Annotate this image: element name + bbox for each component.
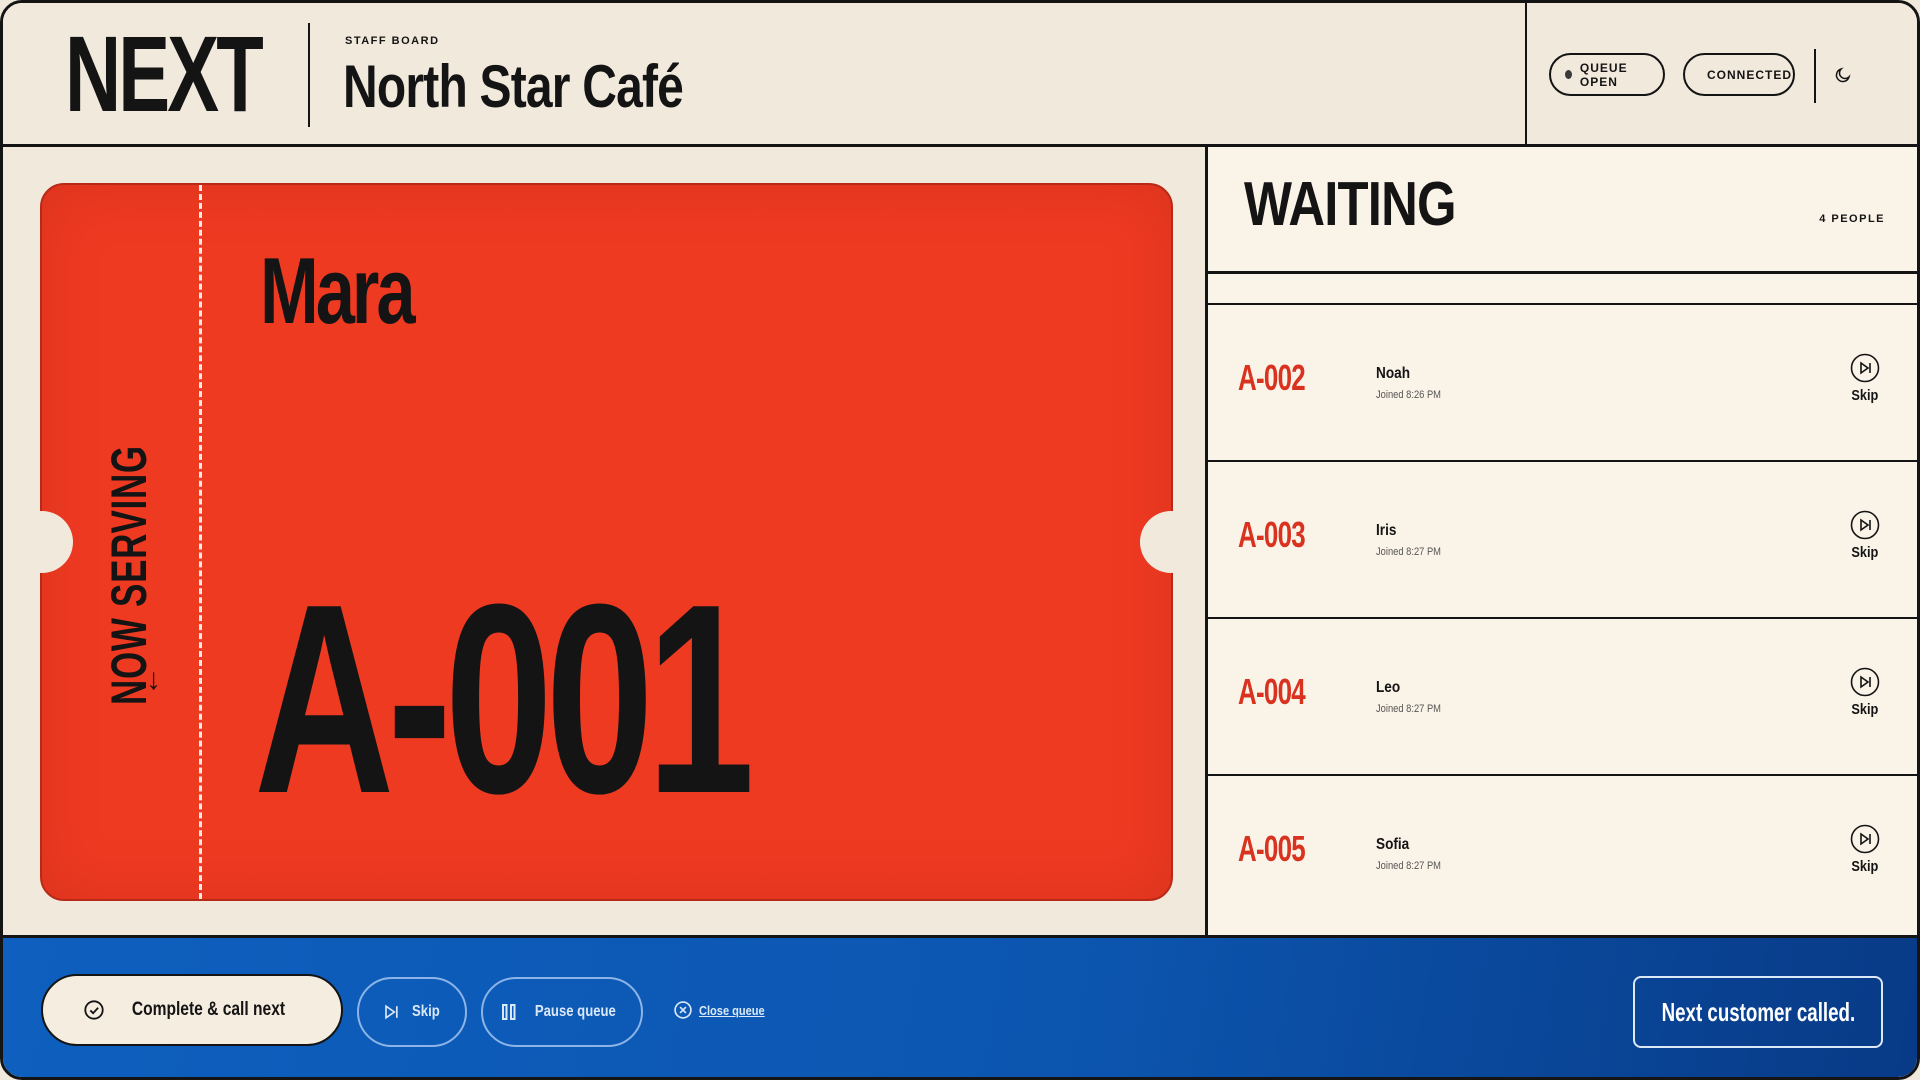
board-label: STAFF BOARD xyxy=(345,35,440,47)
queue-customer-name: Leo xyxy=(1376,679,1401,696)
arrow-down-icon: ↓ xyxy=(146,663,161,696)
queue-skip-label: Skip xyxy=(1851,858,1879,875)
header-status-area: QUEUE OPEN CONNECTED xyxy=(1525,3,1917,144)
complete-button-label: Complete & call next xyxy=(131,999,285,1020)
now-serving-label: NOW SERVING xyxy=(101,445,157,705)
action-bar: Complete & call next Skip Pause queue Cl… xyxy=(3,935,1917,1077)
waiting-title: WAITING xyxy=(1244,170,1457,239)
close-queue-label: Close queue xyxy=(699,1002,765,1018)
now-serving-ticket: NOW SERVING ↓ Mara A-001 xyxy=(11,183,1202,901)
skip-icon xyxy=(1850,824,1880,854)
complete-and-call-next-button[interactable]: Complete & call next xyxy=(41,974,343,1046)
skip-icon xyxy=(1850,667,1880,697)
skip-button[interactable]: Skip xyxy=(357,977,467,1047)
queue-skip-button[interactable]: Skip xyxy=(1845,667,1885,718)
queue-ticket-number: A-002 xyxy=(1238,357,1306,398)
queue-row: A-002 Noah Joined 8:26 PM Skip xyxy=(1208,305,1917,462)
skip-icon xyxy=(1850,353,1880,383)
brand-logo: NEXT xyxy=(65,13,264,134)
queue-ticket-number: A-003 xyxy=(1238,514,1306,555)
toast-message: Next customer called. xyxy=(1661,996,1855,1027)
queue-skip-label: Skip xyxy=(1851,544,1879,561)
current-ticket-number: A-001 xyxy=(254,549,755,850)
skip-icon xyxy=(1850,510,1880,540)
queue-skip-label: Skip xyxy=(1851,701,1879,718)
queue-customer-name: Noah xyxy=(1376,365,1410,382)
venue-title: North Star Café xyxy=(343,53,684,120)
queue-skip-button[interactable]: Skip xyxy=(1845,510,1885,561)
brand-divider xyxy=(308,23,310,127)
queue-ticket-number: A-004 xyxy=(1238,671,1306,712)
queue-skip-button[interactable]: Skip xyxy=(1845,824,1885,875)
pause-button-label: Pause queue xyxy=(534,1003,616,1020)
ticket-notch-left xyxy=(11,511,73,573)
ticket-perforation xyxy=(199,185,202,899)
queue-ticket-number: A-005 xyxy=(1238,828,1306,869)
queue-skip-button[interactable]: Skip xyxy=(1845,353,1885,404)
waiting-list-spacer xyxy=(1208,274,1917,305)
pause-icon xyxy=(501,1004,516,1020)
queue-joined-time: Joined 8:26 PM xyxy=(1376,389,1441,401)
header-separator xyxy=(1814,49,1816,103)
status-toast: Next customer called. xyxy=(1633,976,1883,1048)
queue-joined-time: Joined 8:27 PM xyxy=(1376,546,1441,558)
waiting-panel: WAITING 4 PEOPLE A-002 Noah Joined 8:26 … xyxy=(1205,147,1917,937)
queue-row: A-004 Leo Joined 8:27 PM Skip xyxy=(1208,619,1917,776)
queue-open-status-badge: QUEUE OPEN xyxy=(1549,53,1665,96)
connection-status-label: CONNECTED xyxy=(1707,67,1793,82)
pause-queue-button[interactable]: Pause queue xyxy=(481,977,643,1047)
queue-customer-name: Iris xyxy=(1376,522,1397,539)
queue-joined-time: Joined 8:27 PM xyxy=(1376,703,1441,715)
skip-icon xyxy=(385,1004,398,1020)
queue-row: A-003 Iris Joined 8:27 PM Skip xyxy=(1208,462,1917,619)
queue-customer-name: Sofia xyxy=(1376,836,1410,853)
moon-icon xyxy=(1835,67,1851,83)
connection-status-badge: CONNECTED xyxy=(1683,53,1795,96)
check-circle-icon xyxy=(83,1000,104,1020)
queue-joined-time: Joined 8:27 PM xyxy=(1376,860,1441,872)
close-circle-icon xyxy=(674,1001,692,1019)
waiting-count: 4 PEOPLE xyxy=(1819,213,1885,225)
skip-button-label: Skip xyxy=(412,1003,440,1020)
ticket-notch-right xyxy=(1140,511,1202,573)
app-frame: NEXT STAFF BOARD North Star Café QUEUE O… xyxy=(0,0,1920,1080)
status-dot-icon xyxy=(1565,70,1572,79)
queue-skip-label: Skip xyxy=(1851,387,1879,404)
queue-status-label: QUEUE OPEN xyxy=(1579,60,1628,89)
header: NEXT STAFF BOARD North Star Café QUEUE O… xyxy=(3,3,1917,147)
theme-toggle-button[interactable] xyxy=(1829,61,1857,89)
current-customer-name: Mara xyxy=(260,238,416,343)
queue-row: A-005 Sofia Joined 8:27 PM Skip xyxy=(1208,776,1917,933)
close-queue-button[interactable]: Close queue xyxy=(673,1000,776,1020)
waiting-header: WAITING 4 PEOPLE xyxy=(1208,147,1917,274)
